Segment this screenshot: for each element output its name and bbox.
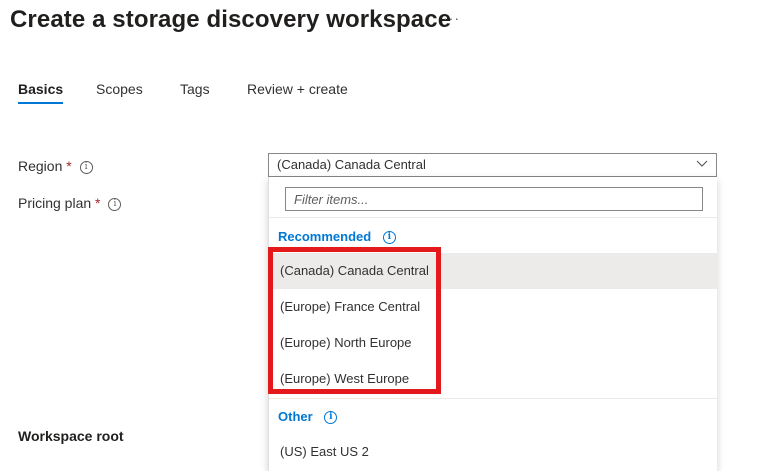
required-mark: * [66, 158, 72, 174]
filter-items-input[interactable] [285, 187, 703, 211]
required-mark: * [95, 195, 101, 211]
info-icon[interactable]: i [324, 411, 338, 425]
divider [269, 217, 718, 218]
option-canada-central[interactable]: (Canada) Canada Central [269, 253, 718, 289]
page-title: Create a storage discovery workspace [10, 6, 452, 33]
info-icon[interactable]: i [79, 160, 93, 174]
region-label: Region * i [18, 158, 93, 174]
tab-tags[interactable]: Tags [180, 81, 210, 97]
group-label-other: Other i [278, 409, 338, 425]
region-selected-value: (Canada) Canada Central [277, 157, 426, 172]
divider [269, 398, 718, 399]
info-icon[interactable]: i [108, 197, 122, 211]
group-label-text: Other [278, 409, 313, 424]
tab-review-create[interactable]: Review + create [247, 81, 348, 97]
option-north-europe[interactable]: (Europe) North Europe [269, 325, 718, 361]
pricing-plan-label-text: Pricing plan [18, 195, 92, 211]
option-east-us-2[interactable]: (US) East US 2 [269, 434, 718, 470]
tab-basics[interactable]: Basics [18, 81, 64, 104]
option-west-europe[interactable]: (Europe) West Europe [269, 361, 718, 397]
section-heading-workspace-root: Workspace root [18, 428, 124, 444]
more-actions-button[interactable]: ··· [443, 10, 460, 26]
pricing-plan-label: Pricing plan * i [18, 195, 122, 211]
region-dropdown-list: Recommended i (Canada) Canada Central (E… [268, 177, 718, 471]
group-label-recommended: Recommended i [278, 229, 396, 245]
option-france-central[interactable]: (Europe) France Central [269, 289, 718, 325]
group-label-text: Recommended [278, 229, 372, 244]
chevron-down-icon [696, 160, 708, 167]
info-icon[interactable]: i [382, 231, 396, 245]
region-label-text: Region [18, 158, 63, 174]
region-dropdown[interactable]: (Canada) Canada Central [268, 153, 717, 177]
tab-scopes[interactable]: Scopes [96, 81, 143, 97]
